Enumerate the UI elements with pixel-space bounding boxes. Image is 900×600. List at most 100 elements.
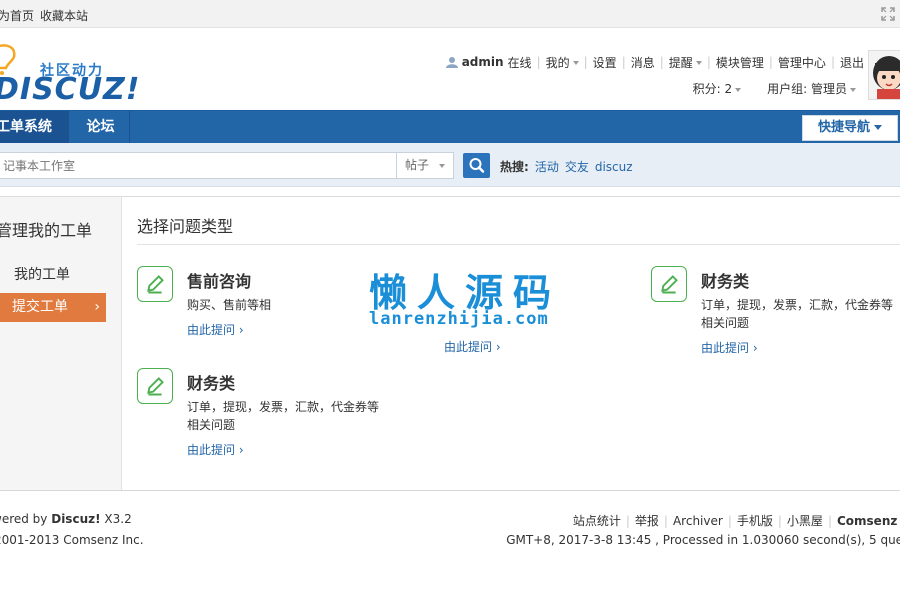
usergroup-menu[interactable]: 用户组: 管理员: [767, 80, 856, 96]
divider: |: [830, 55, 835, 69]
credits-label: 积分: 2: [692, 82, 733, 96]
online-status: 在线: [507, 55, 532, 70]
admin-center-link[interactable]: 管理中心: [778, 54, 826, 71]
edit-icon: [137, 266, 173, 302]
search-input[interactable]: [0, 152, 396, 179]
ask-link[interactable]: 由此提问 ›: [444, 338, 501, 355]
chevron-right-icon: ›: [94, 299, 100, 315]
ask-link[interactable]: 由此提问 ›: [187, 441, 244, 458]
category-card: 售前咨询 购买、售前等相 由此提问 ›: [137, 266, 357, 346]
divider: |: [706, 55, 711, 69]
divider: |: [727, 514, 732, 528]
hot-word-link[interactable]: 交友: [565, 160, 589, 174]
category-name: 售前咨询: [187, 272, 252, 291]
chevron-down-icon: [439, 163, 446, 168]
sidebar-item-my-tickets[interactable]: 我的工单: [14, 264, 70, 284]
report-link[interactable]: 举报: [635, 514, 659, 528]
search-type-value: 帖子: [405, 158, 430, 172]
category-desc: 订单，提现，发票，汇款，代金券等 相关问题: [187, 398, 379, 434]
divider: |: [625, 514, 630, 528]
chevron-down-icon: [874, 125, 882, 130]
title-divider: [137, 244, 900, 245]
main-nav: 工单系统 论坛 快捷导航: [0, 110, 900, 143]
top-toolbar: 为首页 收藏本站: [0, 0, 900, 28]
blacklist-link[interactable]: 小黑屋: [787, 514, 823, 528]
discuz-link[interactable]: Discuz!: [51, 512, 100, 526]
reminders-menu[interactable]: 提醒: [669, 54, 702, 71]
my-menu-label: 我的: [545, 55, 570, 70]
logout-link[interactable]: 退出: [840, 54, 864, 71]
category-desc-line: 购买、售前等相: [187, 298, 272, 312]
username-link[interactable]: admin: [462, 55, 504, 69]
search-type-select[interactable]: 帖子: [396, 152, 454, 179]
divider: |: [659, 55, 664, 69]
expand-icon[interactable]: [880, 6, 896, 22]
chevron-down-icon: [850, 87, 856, 92]
category-desc-line: 订单，提现，发票，汇款，代金券等: [187, 400, 380, 414]
comsenz-link[interactable]: Comsenz I: [837, 514, 900, 528]
sidebar-item-label: 提交工单: [12, 299, 68, 315]
reminders-label: 提醒: [668, 55, 693, 70]
tab-label: 工单系统: [0, 119, 52, 135]
divider: |: [621, 55, 626, 69]
divider: |: [777, 514, 782, 528]
category-desc-line: 相关问题: [187, 418, 236, 432]
footer-divider: [0, 490, 900, 491]
search-button[interactable]: [463, 153, 490, 178]
hot-word-link[interactable]: discuz: [595, 160, 633, 174]
category-desc-line: 订单，提现，发票，汇款，代金券等: [701, 298, 894, 312]
site-stats-link[interactable]: 站点统计: [573, 514, 621, 528]
edit-icon: [651, 266, 687, 302]
avatar[interactable]: [868, 50, 900, 100]
footer-links: 站点统计 | 举报 | Archiver | 手机版 | 小黑屋 | Comsenz I: [573, 512, 900, 529]
category-desc: 购买、售前等相: [187, 296, 271, 314]
usergroup-label: 用户组: 管理员: [767, 82, 847, 96]
messages-link[interactable]: 消息: [631, 54, 655, 71]
user-info: 积分: 2 用户组: 管理员: [667, 80, 856, 96]
ask-link[interactable]: 由此提问 ›: [187, 321, 244, 338]
settings-link[interactable]: 设置: [593, 54, 617, 71]
logo-wordmark: DISCUZ!: [0, 72, 141, 107]
sidebar: 管理我的工单 我的工单 提交工单 ›: [0, 197, 122, 491]
module-manage-link[interactable]: 模块管理: [716, 54, 764, 71]
category-desc: 订单，提现，发票，汇款，代金券等 相关问题: [701, 296, 893, 332]
hot-word-link[interactable]: 活动: [535, 160, 559, 174]
powered-prefix: wered by: [0, 512, 48, 526]
quick-nav-button[interactable]: 快捷导航: [802, 115, 898, 141]
credits-menu[interactable]: 积分: 2: [693, 80, 742, 96]
page-title: 选择问题类型: [137, 217, 234, 236]
divider: |: [827, 514, 832, 528]
avatar-image: [869, 51, 900, 99]
category-name: 财务类: [701, 272, 750, 291]
category-desc-line: 相关问题: [701, 316, 750, 330]
copyright: 2001-2013 Comsenz Inc.: [0, 533, 144, 547]
quick-nav-label: 快捷导航: [817, 120, 870, 135]
category-name: 财务类: [187, 374, 236, 393]
chevron-down-icon: [572, 61, 579, 65]
tab-ticket-system[interactable]: 工单系统: [0, 111, 69, 143]
set-homepage-link[interactable]: 为首页: [0, 7, 34, 24]
divider: |: [663, 514, 668, 528]
hot-search: 热搜: 活动 交友 discuz: [500, 158, 633, 175]
archiver-link[interactable]: Archiver: [673, 514, 723, 528]
tab-forum[interactable]: 论坛: [72, 111, 130, 143]
chevron-down-icon: [735, 87, 742, 92]
category-card: 财务类 订单，提现，发票，汇款，代金券等 相关问题 由此提问 ›: [651, 266, 900, 356]
discuz-version: X3.2: [104, 512, 132, 526]
edit-icon: [137, 368, 173, 404]
my-menu[interactable]: 我的: [546, 54, 579, 71]
search-bar: 帖子 热搜: 活动交友 discuz: [0, 143, 900, 187]
chevron-down-icon: [695, 61, 702, 65]
divider: |: [536, 55, 541, 69]
powered-by: wered by Discuz! X3.2: [0, 512, 132, 526]
user-nav: admin 在线 | 我的 | 设置 | 消息 | 提醒 | 模块管理 | 管理…: [445, 53, 864, 71]
mobile-link[interactable]: 手机版: [737, 514, 773, 528]
ask-link[interactable]: 由此提问 ›: [701, 339, 758, 356]
bookmark-link[interactable]: 收藏本站: [40, 7, 88, 24]
divider: |: [583, 55, 588, 69]
sidebar-title: 管理我的工单: [0, 221, 93, 240]
user-icon: [445, 57, 458, 68]
hot-search-label: 热搜:: [500, 160, 529, 174]
sidebar-item-submit-ticket[interactable]: 提交工单 ›: [0, 293, 106, 322]
category-card: 财务类 订单，提现，发票，汇款，代金券等 相关问题 由此提问 ›: [137, 368, 387, 458]
